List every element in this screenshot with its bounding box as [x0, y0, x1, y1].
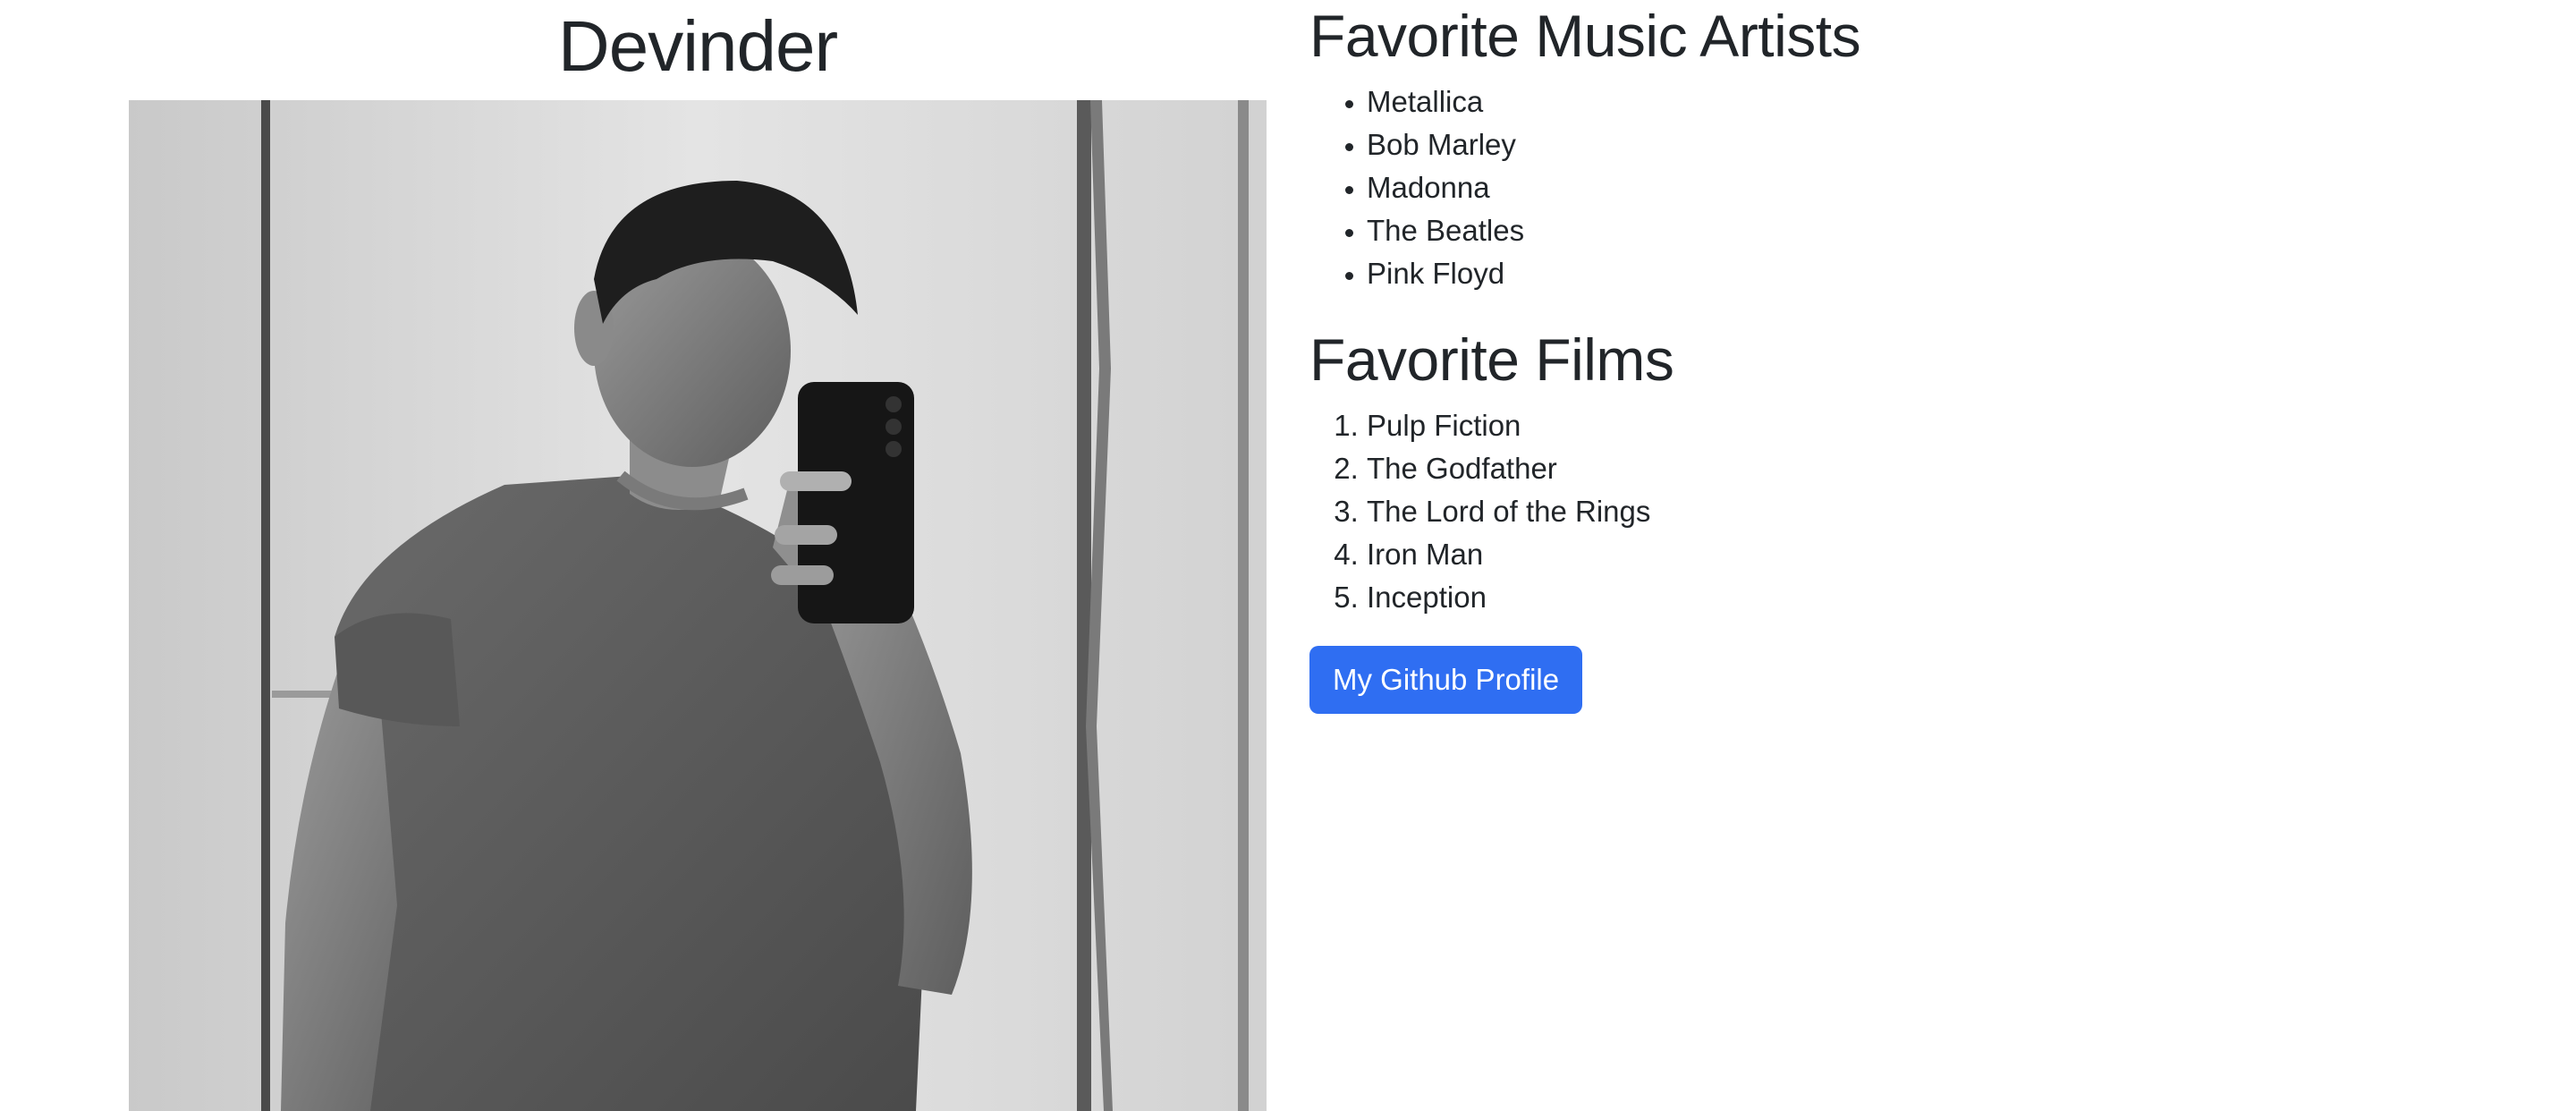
github-profile-button[interactable]: My Github Profile [1309, 646, 1583, 714]
list-item: Pink Floyd [1367, 252, 2472, 295]
music-section-title: Favorite Music Artists [1309, 3, 1861, 69]
films-section-title: Favorite Films [1309, 327, 1674, 393]
list-item: The Lord of the Rings [1367, 490, 2472, 533]
music-artist-list: Metallica Bob Marley Madonna The Beatles… [1309, 81, 2472, 295]
favorites-column: Favorite Music Artists Metallica Bob Mar… [1309, 0, 2472, 714]
list-item: Inception [1367, 576, 2472, 619]
profile-photo [129, 100, 1267, 1111]
list-item: Bob Marley [1367, 123, 2472, 166]
profile-name: Devinder [557, 6, 838, 86]
page: Devinder Favorite Music Artists • Metall… [0, 0, 2576, 1111]
films-list: Pulp Fiction The Godfather The Lord of t… [1309, 404, 2472, 619]
list-item: Pulp Fiction [1367, 404, 2472, 447]
profile-column: Devinder [129, 0, 1267, 1111]
list-item: The Beatles [1367, 209, 2472, 252]
list-item: Metallica [1367, 81, 2472, 123]
list-item: Iron Man [1367, 533, 2472, 576]
list-item: The Godfather [1367, 447, 2472, 490]
list-item: Madonna [1367, 166, 2472, 209]
